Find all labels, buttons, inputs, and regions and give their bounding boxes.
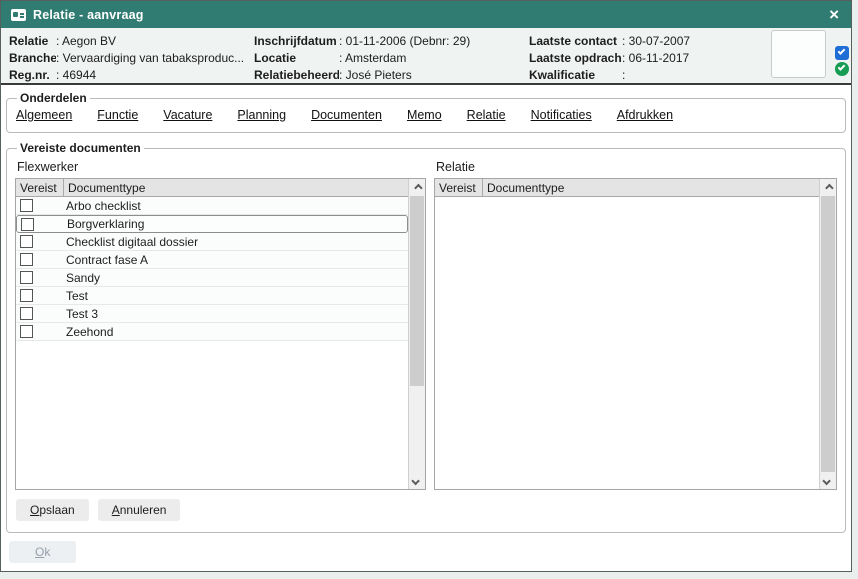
- vereist-checkbox[interactable]: [20, 325, 33, 338]
- table-row[interactable]: Checklist digitaal dossier: [16, 233, 408, 251]
- tab-vacature[interactable]: Vacature: [163, 108, 212, 122]
- field-laatste-opdracht: Laatste opdrach : 06-11-2017: [529, 51, 769, 66]
- scrollbar-thumb[interactable]: [410, 196, 424, 386]
- field-value: : Vervaardiging van tabaksproduc...: [56, 51, 244, 66]
- title-bar: Relatie - aanvraag ×: [1, 1, 851, 28]
- field-label: Laatste contact: [529, 34, 622, 49]
- flexwerker-scrollbar[interactable]: [408, 179, 425, 489]
- tab-relatie[interactable]: Relatie: [467, 108, 506, 122]
- vereist-checkbox[interactable]: [20, 253, 33, 266]
- vereiste-documenten-group: Vereiste documenten Flexwerker Vereist D…: [6, 141, 846, 533]
- field-label: Relatie: [9, 34, 56, 49]
- table-row[interactable]: Test: [16, 287, 408, 305]
- documenttype-cell: Test: [66, 289, 88, 303]
- table-row[interactable]: Arbo checklist: [16, 197, 408, 215]
- relatie-list-header: Vereist Documenttype: [435, 179, 819, 197]
- vereist-checkbox[interactable]: [20, 199, 33, 212]
- tab-afdrukken[interactable]: Afdrukken: [617, 108, 673, 122]
- documenttype-cell: Zeehond: [66, 325, 113, 339]
- field-label: Laatste opdrach: [529, 51, 622, 66]
- tab-functie[interactable]: Functie: [97, 108, 138, 122]
- onderdelen-group: Onderdelen Algemeen Functie Vacature Pla…: [6, 91, 846, 133]
- close-icon[interactable]: ×: [827, 6, 841, 23]
- column-header-documenttype: Documenttype: [64, 181, 145, 195]
- column-header-vereist: Vereist: [435, 179, 483, 196]
- opslaan-button[interactable]: Opslaan: [16, 499, 89, 521]
- scroll-down-icon[interactable]: [820, 472, 836, 489]
- field-relatie: Relatie : Aegon BV: [9, 34, 254, 49]
- tab-notificaties[interactable]: Notificaties: [531, 108, 592, 122]
- flexwerker-caption: Flexwerker: [17, 160, 426, 174]
- field-label: Inschrijfdatum: [254, 34, 339, 49]
- relatie-scrollbar[interactable]: [819, 179, 836, 489]
- table-row[interactable]: Zeehond: [16, 323, 408, 341]
- photo-placeholder: [771, 30, 826, 78]
- field-value: : Aegon BV: [56, 34, 116, 49]
- scroll-down-icon[interactable]: [409, 472, 425, 489]
- relatie-aanvraag-dialog: Relatie - aanvraag × Relatie : Aegon BV …: [0, 0, 852, 572]
- relatie-listbox: Vereist Documenttype: [434, 178, 837, 490]
- field-label: Branche: [9, 51, 56, 66]
- documenttype-cell: Checklist digitaal dossier: [66, 235, 198, 249]
- scroll-up-icon[interactable]: [820, 179, 836, 196]
- field-label: Locatie: [254, 51, 339, 66]
- blue-check-icon[interactable]: [835, 46, 849, 60]
- section-tabs: Algemeen Functie Vacature Planning Docum…: [15, 106, 837, 125]
- field-value: : 46944: [56, 68, 96, 83]
- table-row[interactable]: Contract fase A: [16, 251, 408, 269]
- field-inschrijfdatum: Inschrijfdatum : 01-11-2006 (Debnr: 29): [254, 34, 529, 49]
- field-label: Kwalificatie: [529, 68, 622, 83]
- tab-algemeen[interactable]: Algemeen: [16, 108, 72, 122]
- table-row[interactable]: Borgverklaring: [16, 215, 408, 233]
- field-laatste-contact: Laatste contact : 30-07-2007: [529, 34, 769, 49]
- field-branche: Branche : Vervaardiging van tabaksproduc…: [9, 51, 254, 66]
- field-value: : José Pieters: [339, 68, 412, 83]
- table-row[interactable]: Test 3: [16, 305, 408, 323]
- vereiste-documenten-legend: Vereiste documenten: [17, 141, 144, 155]
- field-value: : 06-11-2017: [622, 51, 689, 66]
- tab-planning[interactable]: Planning: [237, 108, 286, 122]
- table-row[interactable]: Sandy: [16, 269, 408, 287]
- field-label: Relatiebeheerde: [254, 68, 339, 83]
- flexwerker-listbox: Vereist Documenttype Arbo checklist: [15, 178, 426, 490]
- field-value: : Amsterdam: [339, 51, 406, 66]
- column-header-documenttype: Documenttype: [483, 181, 564, 195]
- scroll-up-icon[interactable]: [409, 179, 425, 196]
- ok-button[interactable]: Ok: [9, 541, 76, 563]
- annuleren-button[interactable]: Annuleren: [98, 499, 181, 521]
- flexwerker-list-header: Vereist Documenttype: [16, 179, 408, 197]
- documenttype-cell: Borgverklaring: [67, 217, 144, 231]
- contact-card-icon: [11, 9, 26, 21]
- scrollbar-thumb[interactable]: [821, 196, 835, 472]
- documenttype-cell: Contract fase A: [66, 253, 148, 267]
- vereist-checkbox[interactable]: [20, 235, 33, 248]
- relatie-caption: Relatie: [436, 160, 837, 174]
- flexwerker-rows: Arbo checklist Borgverklaring: [16, 197, 408, 341]
- field-value: :: [622, 68, 625, 83]
- field-locatie: Locatie : Amsterdam: [254, 51, 529, 66]
- documenttype-cell: Sandy: [66, 271, 100, 285]
- vereist-checkbox[interactable]: [20, 307, 33, 320]
- relatie-panel: Relatie Vereist Documenttype: [434, 156, 837, 490]
- documenttype-cell: Arbo checklist: [66, 199, 141, 213]
- field-value: : 01-11-2006 (Debnr: 29): [339, 34, 470, 49]
- tab-documenten[interactable]: Documenten: [311, 108, 382, 122]
- field-value: : 30-07-2007: [622, 34, 690, 49]
- vereist-checkbox[interactable]: [20, 289, 33, 302]
- window-title: Relatie - aanvraag: [33, 8, 144, 22]
- field-regnr: Reg.nr. : 46944: [9, 68, 254, 83]
- flexwerker-panel: Flexwerker Vereist Documenttype Arbo che: [15, 156, 426, 490]
- onderdelen-legend: Onderdelen: [17, 91, 90, 105]
- documenttype-cell: Test 3: [66, 307, 98, 321]
- green-check-icon[interactable]: [835, 62, 849, 76]
- field-relatiebeheerder: Relatiebeheerde : José Pieters: [254, 68, 529, 83]
- column-header-vereist: Vereist: [16, 179, 64, 196]
- vereist-checkbox[interactable]: [21, 218, 34, 231]
- field-kwalificatie: Kwalificatie :: [529, 68, 769, 83]
- relation-info-header: Relatie : Aegon BV Branche : Vervaardigi…: [1, 28, 851, 85]
- tab-memo[interactable]: Memo: [407, 108, 442, 122]
- field-label: Reg.nr.: [9, 68, 56, 83]
- vereist-checkbox[interactable]: [20, 271, 33, 284]
